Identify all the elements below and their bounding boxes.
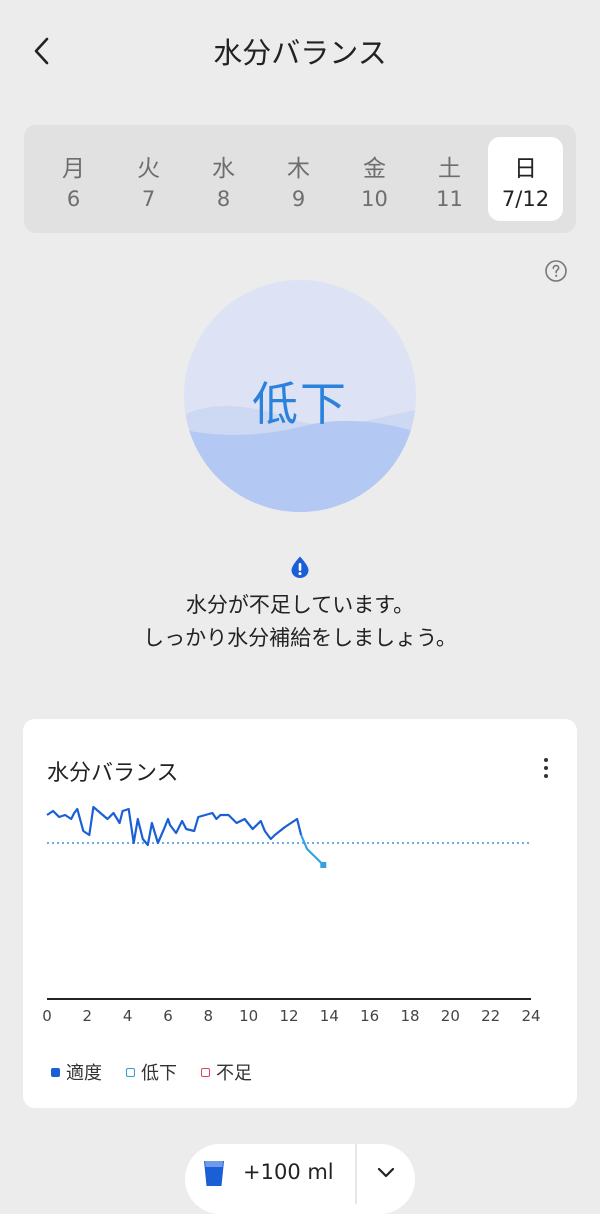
day-date: 8 (216, 187, 231, 211)
add-water-label: +100 ml (243, 1160, 334, 1184)
day-date: 7 (141, 187, 156, 211)
day-tue[interactable]: 火 7 (111, 137, 186, 221)
x-tick-label: 14 (320, 1007, 339, 1025)
day-weekday: 木 (287, 156, 310, 182)
day-weekday: 月 (62, 156, 85, 182)
more-vertical-icon[interactable] (535, 755, 557, 781)
add-water-control: +100 ml (185, 1144, 415, 1214)
x-tick-label: 18 (400, 1007, 419, 1025)
legend-label: 不足 (216, 1063, 252, 1084)
day-fri[interactable]: 金 10 (337, 137, 412, 221)
legend-item-low: 低下 (126, 1059, 177, 1085)
x-tick-label: 6 (163, 1007, 173, 1025)
x-tick-label: 24 (521, 1007, 540, 1025)
chart-legend: 適度 低下 不足 (51, 1059, 252, 1085)
hydration-status-circle: 低下 (184, 280, 416, 512)
page-title: 水分バランス (213, 36, 387, 70)
amount-dropdown-button[interactable] (357, 1144, 415, 1204)
hydration-chart-card: 水分バランス 0 2 4 6 8 10 12 14 16 18 20 22 24 適度 低下 不足 (23, 719, 577, 1108)
day-weekday: 金 (363, 156, 386, 182)
day-date: 10 (361, 187, 388, 211)
day-sun-selected[interactable]: 日 7/12 (488, 137, 563, 221)
legend-item-insufficient: 不足 (201, 1059, 252, 1085)
legend-swatch (126, 1067, 135, 1077)
x-tick-label: 4 (123, 1007, 133, 1025)
water-cup-icon (204, 1161, 224, 1186)
last-data-point (320, 862, 327, 868)
question-circle-icon[interactable] (544, 259, 568, 283)
status-message-line1: 水分が不足しています。 (185, 593, 415, 617)
week-selector: 月 6 火 7 水 8 木 9 金 10 土 11 日 7/12 (24, 125, 576, 233)
series-line-moderate (46, 805, 303, 847)
x-tick-label: 2 (83, 1007, 93, 1025)
day-weekday: 土 (438, 156, 461, 182)
day-date: 6 (66, 187, 81, 211)
day-mon[interactable]: 月 6 (36, 137, 111, 221)
day-date: 9 (291, 187, 306, 211)
legend-swatch (201, 1067, 210, 1077)
hydration-line-chart: 0 2 4 6 8 10 12 14 16 18 20 22 24 (42, 805, 541, 1025)
legend-swatch (51, 1067, 60, 1077)
card-title: 水分バランス (47, 761, 179, 786)
x-tick-label: 12 (279, 1007, 298, 1025)
day-weekday: 日 (514, 156, 537, 182)
status-message-line2: しっかり水分補給をしましょう。 (143, 626, 457, 650)
x-tick-label: 0 (42, 1007, 52, 1025)
exclamation-drop-icon (291, 556, 309, 578)
day-date: 11 (436, 187, 463, 211)
legend-item-moderate: 適度 (51, 1059, 102, 1085)
x-tick-label: 20 (441, 1007, 460, 1025)
add-water-button[interactable]: +100 ml (185, 1144, 355, 1204)
x-tick-label: 16 (360, 1007, 379, 1025)
day-weekday: 火 (137, 156, 160, 182)
day-sat[interactable]: 土 11 (412, 137, 487, 221)
header: 水分バランス (0, 0, 600, 100)
x-tick-label: 10 (239, 1007, 258, 1025)
x-tick-label: 8 (204, 1007, 214, 1025)
day-date: 7/12 (501, 187, 550, 211)
x-tick-label: 22 (481, 1007, 500, 1025)
day-weekday: 水 (212, 156, 235, 182)
day-wed[interactable]: 水 8 (186, 137, 261, 221)
legend-label: 適度 (66, 1063, 102, 1084)
chevron-down-icon (377, 1167, 395, 1178)
status-label: 低下 (252, 377, 348, 431)
legend-label: 低下 (141, 1063, 177, 1084)
day-thu[interactable]: 木 9 (261, 137, 336, 221)
